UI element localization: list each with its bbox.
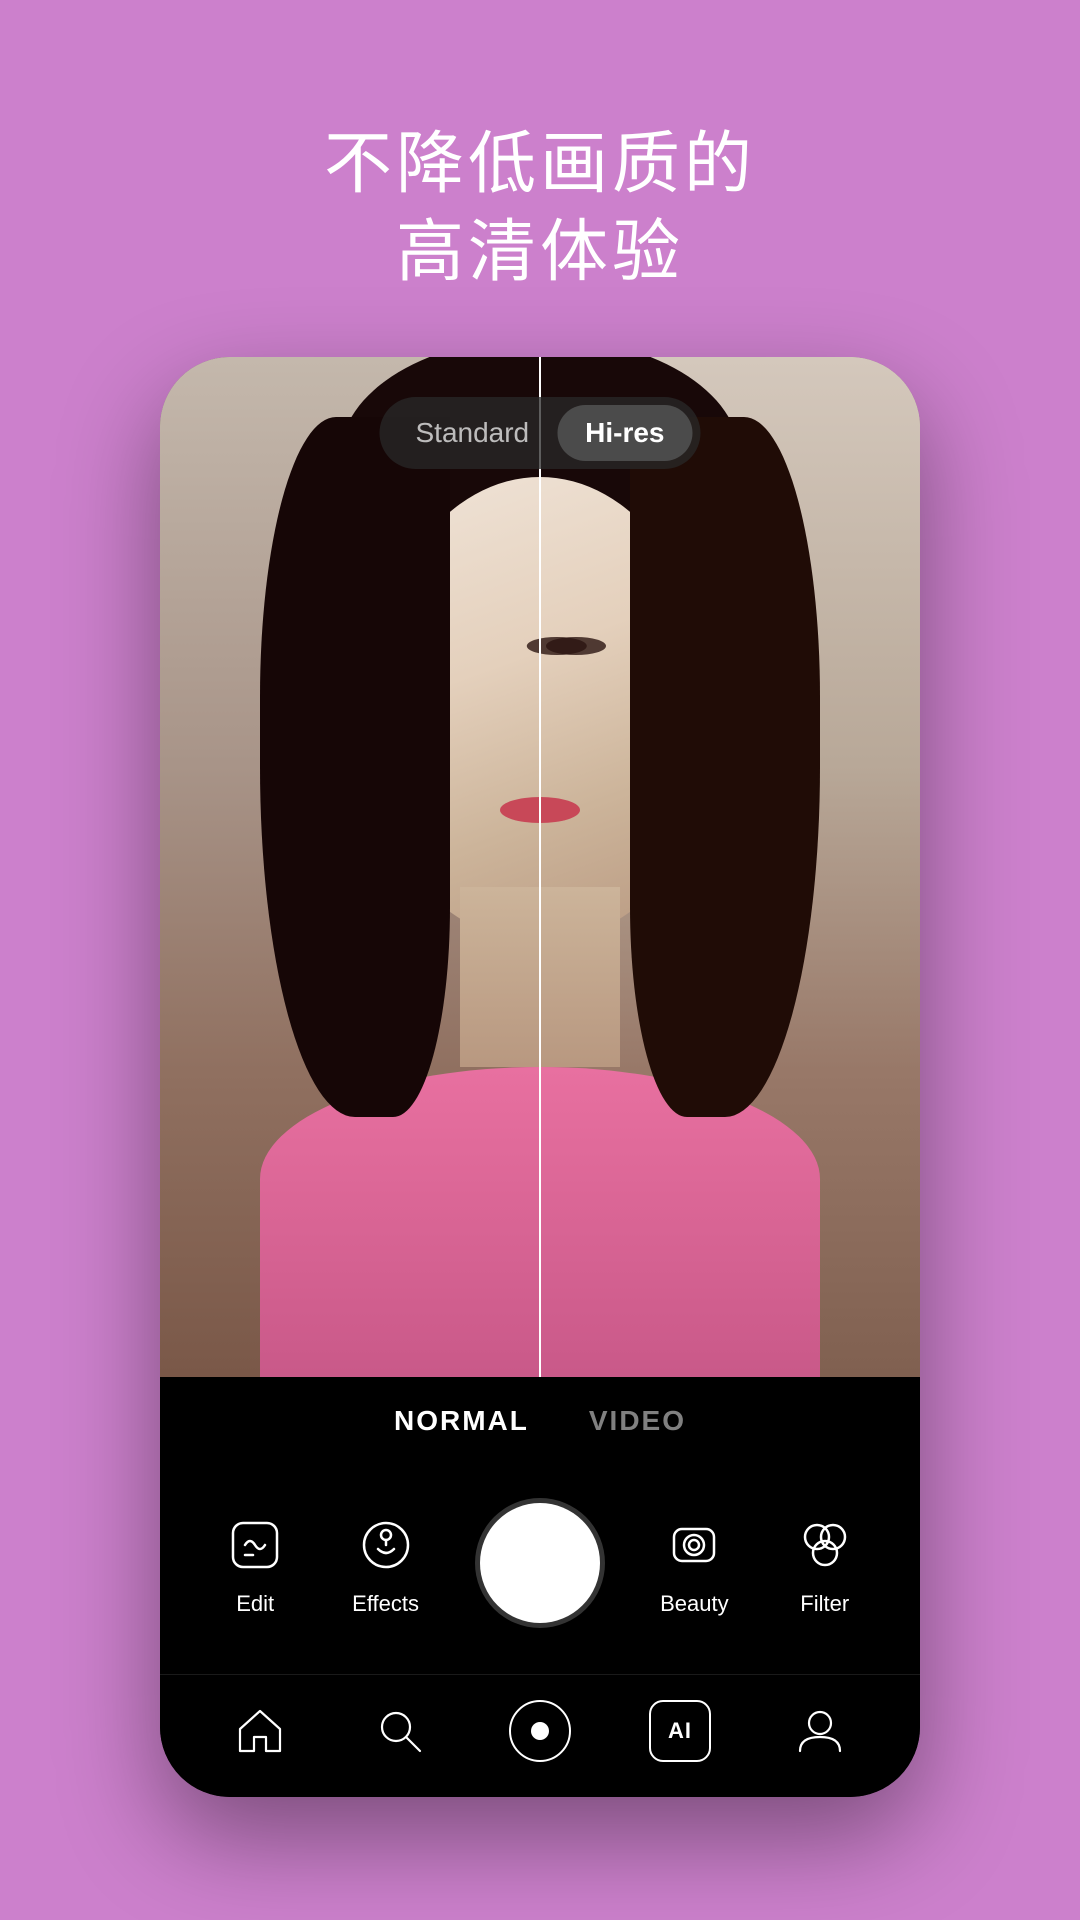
- ai-badge: AI: [649, 1700, 711, 1762]
- edit-control[interactable]: Edit: [219, 1509, 291, 1617]
- comparison-labels: Standard Hi-res: [379, 397, 700, 469]
- filter-label: Filter: [800, 1591, 849, 1617]
- phone-mockup: Standard Hi-res NORMAL VIDEO Edit: [160, 357, 920, 1797]
- eye-right: [546, 637, 606, 655]
- ai-label: AI: [668, 1718, 692, 1744]
- edit-icon: [219, 1509, 291, 1581]
- effects-icon: [350, 1509, 422, 1581]
- filter-icon: [789, 1509, 861, 1581]
- edit-label: Edit: [236, 1591, 274, 1617]
- camera-controls: Edit Effects: [160, 1453, 920, 1674]
- hair-right: [630, 417, 820, 1117]
- profile-icon: [794, 1705, 846, 1757]
- beauty-control[interactable]: Beauty: [658, 1509, 730, 1617]
- camera-ui: NORMAL VIDEO Edit: [160, 1377, 920, 1797]
- beauty-label: Beauty: [660, 1591, 729, 1617]
- effects-control[interactable]: Effects: [350, 1509, 422, 1617]
- search-icon: [374, 1705, 426, 1757]
- photo-area: Standard Hi-res: [160, 357, 920, 1377]
- headline: 不降低画质的 高清体验: [324, 120, 756, 297]
- hair-left: [260, 417, 450, 1117]
- nav-camera[interactable]: [504, 1695, 576, 1767]
- shutter-button[interactable]: [480, 1503, 600, 1623]
- label-hires: Hi-res: [557, 405, 692, 461]
- beauty-icon: [658, 1509, 730, 1581]
- tab-normal[interactable]: NORMAL: [394, 1405, 529, 1437]
- label-standard: Standard: [387, 405, 557, 461]
- mode-tabs: NORMAL VIDEO: [160, 1377, 920, 1453]
- filter-control[interactable]: Filter: [789, 1509, 861, 1617]
- shutter-control[interactable]: [480, 1503, 600, 1623]
- headline-line2: 高清体验: [324, 208, 756, 296]
- headline-line1: 不降低画质的: [324, 120, 756, 208]
- nav-profile[interactable]: [784, 1695, 856, 1767]
- nav-home[interactable]: [224, 1695, 296, 1767]
- camera-nav-dot: [531, 1722, 549, 1740]
- tab-video[interactable]: VIDEO: [589, 1405, 686, 1437]
- comparison-divider: [539, 357, 541, 1377]
- nav-search[interactable]: [364, 1695, 436, 1767]
- bottom-nav: AI: [160, 1674, 920, 1797]
- nav-ai[interactable]: AI: [644, 1695, 716, 1767]
- effects-label: Effects: [352, 1591, 419, 1617]
- camera-nav-icon: [509, 1700, 571, 1762]
- home-icon: [234, 1705, 286, 1757]
